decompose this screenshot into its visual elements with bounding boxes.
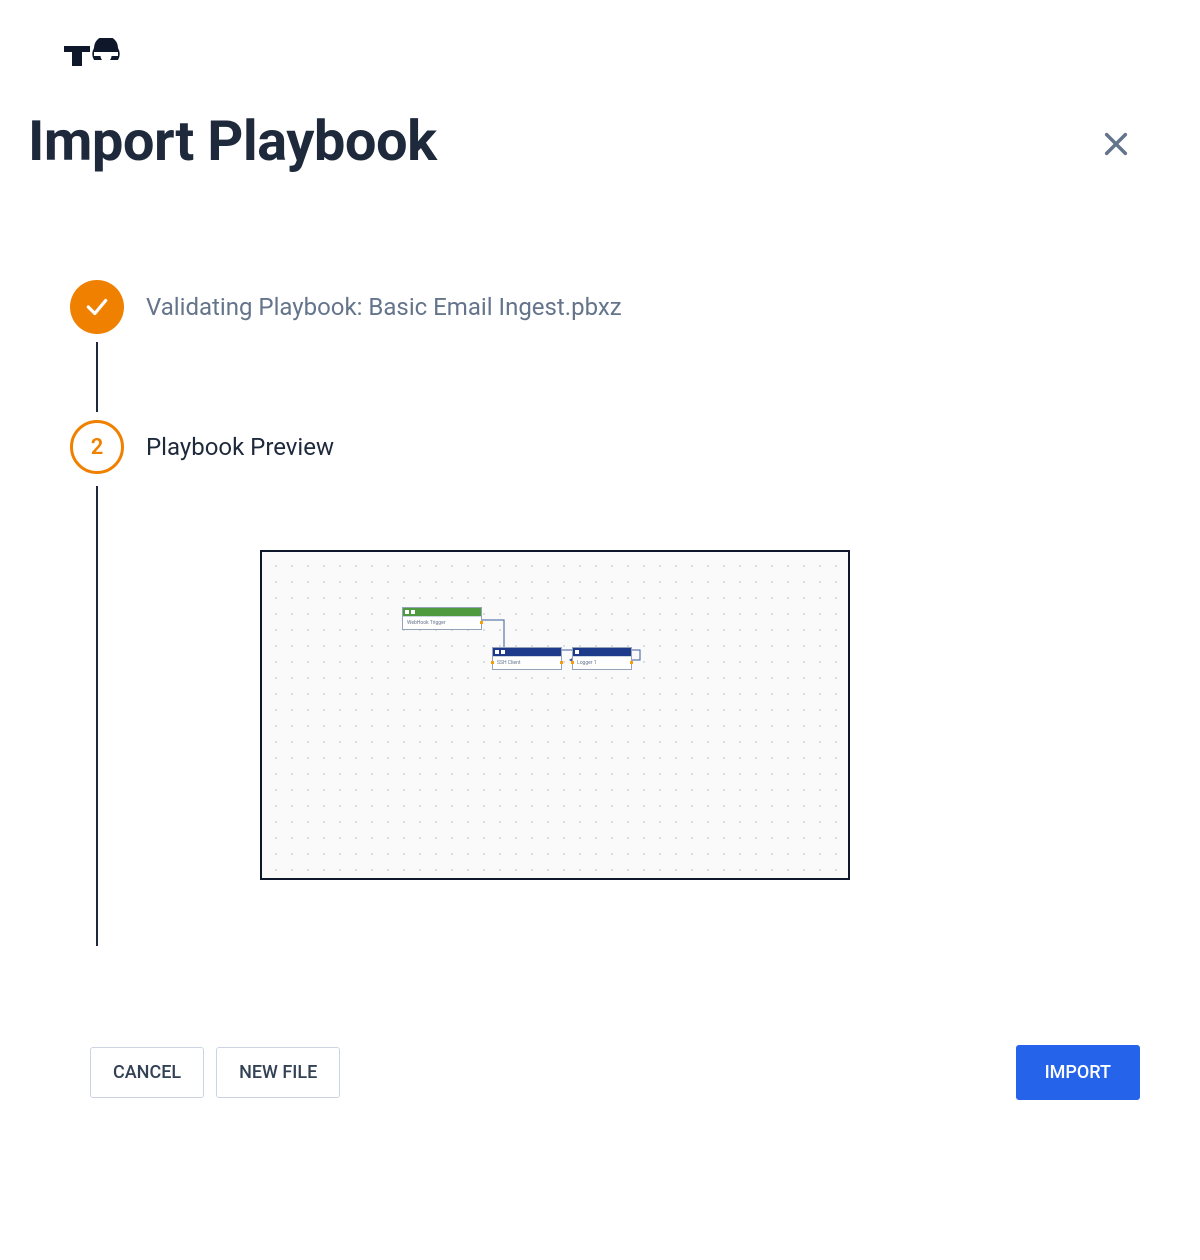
step-number: 2 <box>91 435 104 460</box>
step-connector <box>96 342 98 412</box>
node-port-out[interactable] <box>480 621 483 624</box>
node-port-in[interactable] <box>491 661 494 664</box>
flow-connectors <box>262 552 848 878</box>
log-icon <box>575 650 579 654</box>
step-connector-long <box>96 486 98 946</box>
node-port-out[interactable] <box>560 661 563 664</box>
cancel-button[interactable]: CANCEL <box>90 1047 204 1098</box>
page-title: Import Playbook <box>28 108 437 174</box>
flow-node-logger[interactable]: Logger 1 <box>572 647 632 670</box>
flow-node-trigger[interactable]: WebHook Trigger <box>402 607 482 630</box>
step-label-preview: Playbook Preview <box>146 433 334 461</box>
footer-left: CANCEL NEW FILE <box>90 1047 340 1098</box>
flow-node-header <box>573 648 631 656</box>
footer: CANCEL NEW FILE IMPORT <box>90 1045 1140 1100</box>
close-icon <box>1102 130 1130 158</box>
playbook-preview-canvas[interactable]: WebHook Trigger SSH Client Logger 1 <box>260 550 850 880</box>
flow-node-header <box>403 608 481 616</box>
step-indicator-complete <box>70 280 124 334</box>
step-label-validating: Validating Playbook: Basic Email Ingest.… <box>146 293 622 321</box>
gear-icon <box>411 610 415 614</box>
flow-node-label: SSH Client <box>493 656 561 669</box>
play-icon <box>405 610 409 614</box>
logo <box>62 38 126 74</box>
flow-node-label: Logger 1 <box>573 656 631 669</box>
import-button[interactable]: IMPORT <box>1016 1045 1140 1100</box>
step-preview: 2 Playbook Preview <box>70 420 970 474</box>
node-port-out[interactable] <box>630 661 633 664</box>
square-icon <box>501 650 505 654</box>
flow-node-header <box>493 648 561 656</box>
node-port-in[interactable] <box>571 661 574 664</box>
new-file-button[interactable]: NEW FILE <box>216 1047 340 1098</box>
flow-node-ssh[interactable]: SSH Client <box>492 647 562 670</box>
check-icon <box>84 294 110 320</box>
flow-node-label: WebHook Trigger <box>403 616 481 629</box>
step-indicator-active: 2 <box>70 420 124 474</box>
terminal-icon <box>495 650 499 654</box>
step-validating: Validating Playbook: Basic Email Ingest.… <box>70 280 970 334</box>
close-button[interactable] <box>1102 130 1130 162</box>
